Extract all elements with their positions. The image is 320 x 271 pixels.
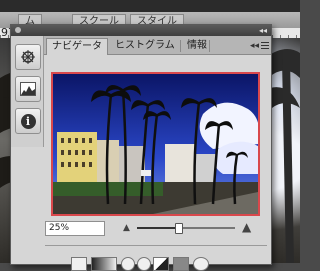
tool-button[interactable]: [71, 257, 87, 271]
panel-divider: [45, 245, 267, 246]
zoom-slider-thumb[interactable]: [175, 223, 183, 234]
zoom-slider[interactable]: [137, 223, 235, 234]
panel-menu-icon[interactable]: [261, 42, 269, 49]
navigator-panel: ◂◂ i ナビゲータ ヒストグラム 情報 ◂◂ 25% ▲ ▲: [10, 24, 272, 271]
panel-dock: i: [11, 36, 44, 147]
dock-button-info[interactable]: i: [15, 108, 41, 134]
panel-titlebar[interactable]: ◂◂: [11, 25, 271, 36]
drop-icon[interactable]: [137, 257, 151, 271]
drop-icon[interactable]: [121, 257, 135, 271]
navigator-thumbnail-image: [53, 74, 258, 214]
tab-info[interactable]: 情報: [182, 38, 212, 54]
tab-navigator[interactable]: ナビゲータ: [46, 38, 108, 55]
info-icon: i: [20, 113, 36, 129]
panel-tab-row: ナビゲータ ヒストグラム 情報 ◂◂: [44, 36, 271, 55]
panel-menu-arrows-icon[interactable]: ◂◂: [250, 38, 259, 54]
dock-button-histogram[interactable]: [15, 76, 41, 102]
navigator-icon: [21, 50, 35, 64]
histogram-icon: [20, 82, 36, 96]
zoom-percent-input[interactable]: [45, 221, 105, 236]
menu-bar: [0, 0, 300, 12]
zoom-in-icon[interactable]: ▲: [242, 220, 251, 234]
tab-separator: [180, 40, 181, 52]
camera-icon[interactable]: [173, 257, 189, 271]
tool-button[interactable]: [153, 257, 169, 271]
dock-button-navigator[interactable]: [15, 44, 41, 70]
zoom-controls: ▲ ▲: [45, 220, 267, 237]
collapse-icon[interactable]: ◂◂: [259, 25, 267, 36]
gradient-tool-button[interactable]: [91, 257, 117, 271]
tab-histogram[interactable]: ヒストグラム: [110, 38, 180, 54]
close-icon[interactable]: [15, 27, 21, 33]
tab-separator: [209, 40, 210, 52]
tool-button[interactable]: [193, 257, 209, 271]
zoom-out-icon[interactable]: ▲: [123, 223, 130, 233]
zoom-slider-fill: [137, 227, 178, 229]
navigator-preview[interactable]: [51, 72, 260, 216]
tool-options-strip: [71, 257, 231, 271]
